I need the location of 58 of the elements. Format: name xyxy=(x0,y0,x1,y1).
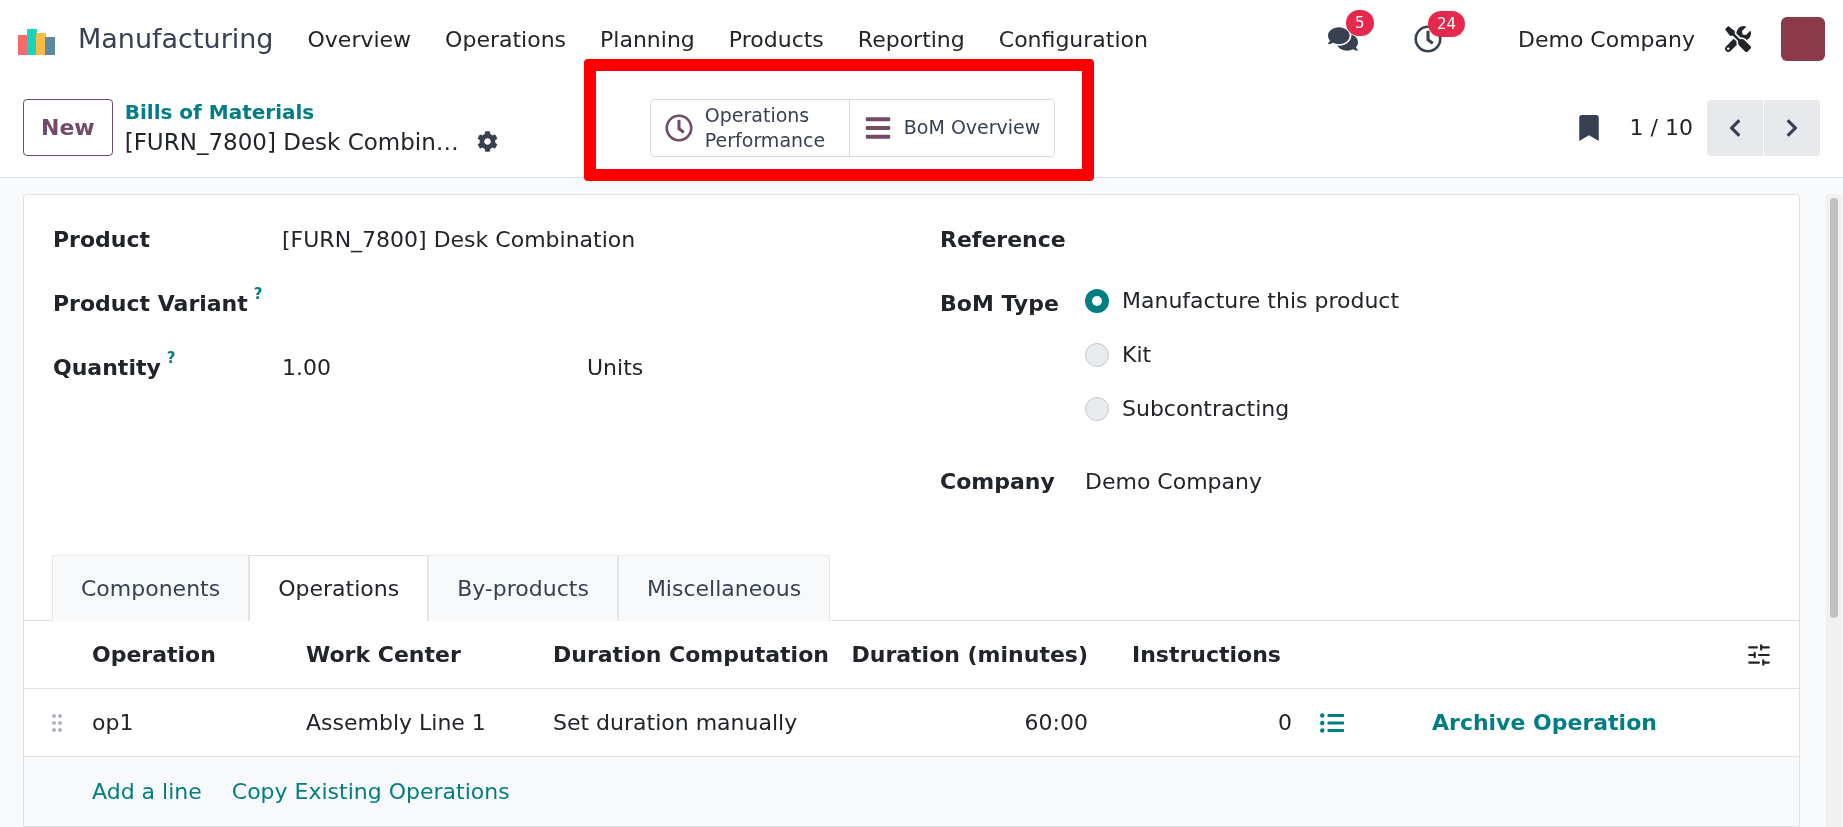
help-mark[interactable]: ? xyxy=(166,347,176,384)
field-label: BoM Type xyxy=(940,290,1060,318)
radio-button[interactable] xyxy=(1085,289,1109,313)
table-cell-text: Set duration manually xyxy=(553,709,799,737)
scrollbar[interactable] xyxy=(1826,194,1842,827)
tab[interactable]: Miscellaneous xyxy=(617,555,831,621)
field-label: Reference xyxy=(940,226,1067,254)
menu-item[interactable]: Overview xyxy=(307,22,412,56)
tab[interactable]: Operations xyxy=(249,555,429,621)
field-label: Company xyxy=(940,468,1056,496)
clock-icon xyxy=(664,113,693,142)
table-cell-text: Assembly Line 1 xyxy=(306,709,487,737)
activities-count: 24 xyxy=(1427,11,1466,37)
radio-button[interactable] xyxy=(1085,343,1109,367)
field-unit[interactable]: Units xyxy=(587,351,644,384)
field-value[interactable]: 1.00 xyxy=(282,351,587,384)
radio-button[interactable] xyxy=(1085,397,1109,421)
messages-icon[interactable] xyxy=(1327,24,1358,54)
app-name[interactable]: Manufacturing xyxy=(78,18,274,60)
menu-item[interactable]: Products xyxy=(728,22,824,56)
footer-link[interactable]: Add a line xyxy=(92,774,202,808)
settings-icon[interactable] xyxy=(476,131,498,152)
smart-button[interactable]: BoM Overview xyxy=(848,99,1055,156)
smart-button[interactable]: Operations Performance xyxy=(650,99,849,156)
menu-item[interactable]: Reporting xyxy=(857,22,965,56)
tab[interactable]: By-products xyxy=(428,555,618,621)
field-label: Quantity xyxy=(53,354,161,382)
new-button[interactable]: New xyxy=(23,99,113,156)
column-header[interactable]: Work Center xyxy=(306,638,553,671)
record-title: [FURN_7800] Desk Combin… xyxy=(124,127,459,157)
breadcrumb-link[interactable]: Bills of Materials xyxy=(124,97,498,126)
radio-label[interactable]: Subcontracting xyxy=(1122,395,1290,423)
menu-item[interactable]: Configuration xyxy=(998,22,1148,56)
column-header[interactable]: Duration (minutes) xyxy=(828,638,1088,671)
menu-item[interactable]: Planning xyxy=(600,22,695,56)
table-cell-text: op1 xyxy=(92,709,135,737)
column-header[interactable]: Instructions xyxy=(1132,638,1281,671)
messages-count: 5 xyxy=(1345,10,1374,36)
company-switcher[interactable]: Demo Company xyxy=(1517,22,1695,56)
tab[interactable]: Components xyxy=(52,555,250,621)
column-settings-icon[interactable] xyxy=(1746,641,1772,668)
field-label: Product Variant xyxy=(53,290,248,318)
radio-label[interactable]: Manufacture this product xyxy=(1122,287,1400,315)
tools-icon[interactable] xyxy=(1725,26,1751,52)
list-icon[interactable] xyxy=(1320,710,1344,735)
table-cell-text: 60:00 xyxy=(1023,709,1088,737)
field-value[interactable]: Demo Company xyxy=(1085,465,1263,498)
field-value[interactable]: [FURN_7800] Desk Combination xyxy=(282,223,636,256)
footer-link[interactable]: Copy Existing Operations xyxy=(231,774,510,808)
help-mark[interactable]: ? xyxy=(253,283,263,320)
archive-operation-link[interactable]: Archive Operation xyxy=(1432,706,1657,739)
column-header[interactable]: Operation xyxy=(92,638,306,671)
radio-label[interactable]: Kit xyxy=(1122,341,1152,369)
menu-item[interactable]: Operations xyxy=(445,22,567,56)
table-cell-text: 0 xyxy=(1277,709,1292,737)
column-header[interactable]: Duration Computation xyxy=(553,638,828,671)
field-label: Product xyxy=(53,226,151,254)
pager-value[interactable]: 1 / 10 xyxy=(1629,111,1693,144)
